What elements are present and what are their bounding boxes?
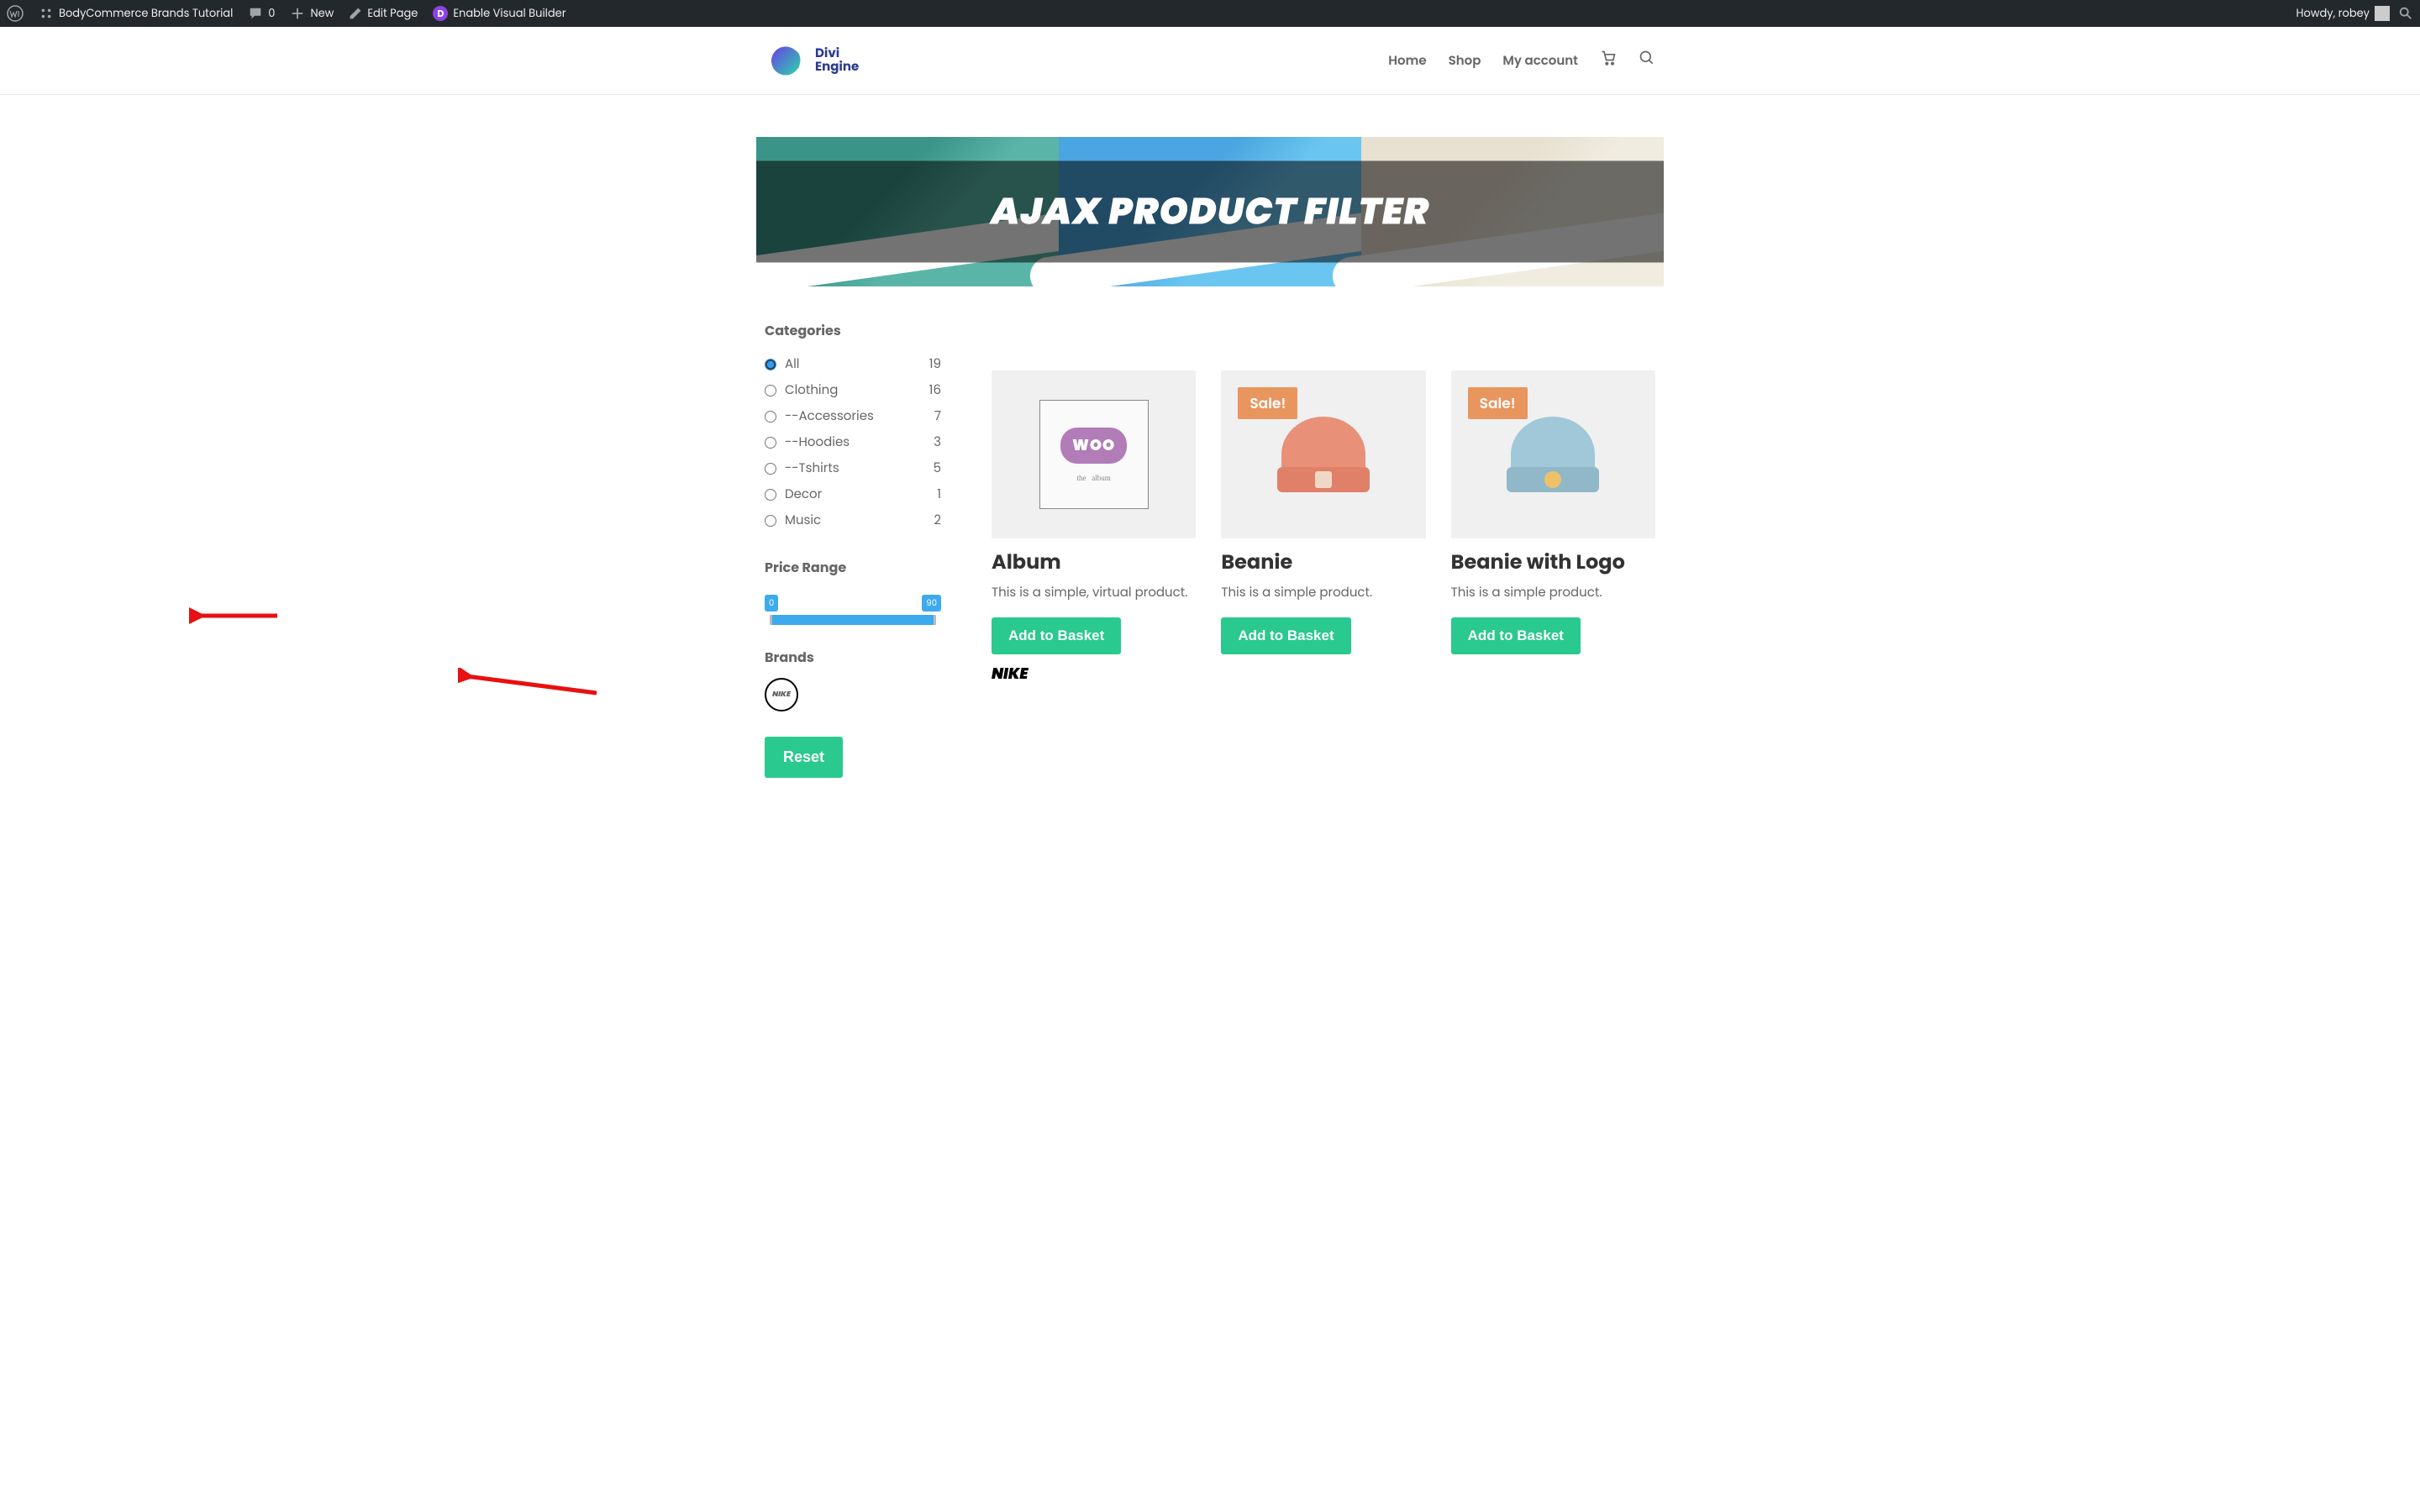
hero-title: AJAX PRODUCT FILTER: [756, 185, 1664, 239]
reset-button[interactable]: Reset: [765, 737, 843, 778]
product-card: WOOthe album Album This is a simple, vir…: [992, 370, 1196, 685]
product-title[interactable]: Beanie: [1221, 552, 1425, 574]
category-item[interactable]: --Accessories 7: [765, 403, 941, 429]
category-radio[interactable]: [765, 463, 776, 475]
category-item[interactable]: Clothing 16: [765, 377, 941, 403]
nav-account[interactable]: My account: [1502, 51, 1578, 71]
nav-shop[interactable]: Shop: [1449, 51, 1481, 71]
category-radio[interactable]: [765, 437, 776, 449]
category-item[interactable]: --Hoodies 3: [765, 429, 941, 455]
enable-visual-builder-link[interactable]: D Enable Visual Builder: [433, 5, 566, 22]
category-count: 3: [934, 433, 941, 452]
product-brand-tag[interactable]: NIKE: [992, 663, 1196, 685]
comments-link[interactable]: 0: [248, 5, 275, 22]
add-to-basket-button[interactable]: Add to Basket: [1451, 617, 1581, 654]
category-radio[interactable]: [765, 411, 776, 423]
category-label: --Accessories: [785, 407, 874, 426]
category-item[interactable]: Decor 1: [765, 481, 941, 507]
brands-heading: Brands: [765, 647, 941, 668]
category-radio[interactable]: [765, 385, 776, 396]
admin-search-icon[interactable]: [2398, 6, 2413, 21]
price-max-label: 90: [922, 595, 941, 612]
product-image[interactable]: Sale!: [1221, 370, 1425, 538]
cart-icon[interactable]: [1600, 50, 1617, 72]
category-label: --Tshirts: [785, 459, 839, 478]
wp-logo[interactable]: [7, 5, 24, 22]
product-description: This is a simple product.: [1451, 582, 1655, 604]
avatar-icon: [2375, 6, 2390, 21]
category-radio[interactable]: [765, 515, 776, 527]
divi-icon: D: [433, 6, 448, 21]
wp-admin-bar: BodyCommerce Brands Tutorial 0 New Edit …: [0, 0, 2420, 27]
category-radio[interactable]: [765, 359, 776, 370]
nav-home[interactable]: Home: [1388, 51, 1426, 71]
category-count: 1: [937, 485, 941, 504]
category-label: --Hoodies: [785, 433, 850, 452]
category-count: 19: [929, 354, 941, 374]
product-image[interactable]: WOOthe album: [992, 370, 1196, 538]
product-description: This is a simple product.: [1221, 582, 1425, 604]
category-label: All: [785, 354, 800, 374]
product-image[interactable]: Sale!: [1451, 370, 1655, 538]
add-to-basket-button[interactable]: Add to Basket: [1221, 617, 1350, 654]
filter-sidebar: Categories All 19 Clothing 16 --Accessories 7…: [765, 320, 941, 778]
search-icon[interactable]: [1639, 50, 1655, 72]
category-item[interactable]: Music 2: [765, 507, 941, 533]
product-description: This is a simple, virtual product.: [992, 582, 1196, 604]
price-slider[interactable]: 0 90: [765, 588, 941, 622]
category-count: 7: [934, 407, 941, 426]
main-nav: Home Shop My account: [1388, 50, 1655, 72]
logo-text: Divi Engine: [815, 47, 859, 75]
brand-filter-nike[interactable]: NIKE: [765, 678, 798, 711]
category-label: Music: [785, 511, 821, 530]
site-header: Divi Engine Home Shop My account: [0, 27, 2420, 95]
category-label: Clothing: [785, 381, 838, 400]
category-label: Decor: [785, 485, 822, 504]
category-count: 5: [934, 459, 941, 478]
product-title[interactable]: Album: [992, 552, 1196, 574]
new-content-link[interactable]: New: [290, 5, 334, 22]
category-item[interactable]: All 19: [765, 351, 941, 377]
product-card: Sale! Beanie with Logo This is a simple …: [1451, 370, 1655, 685]
sale-badge: Sale!: [1468, 387, 1528, 419]
category-radio[interactable]: [765, 489, 776, 501]
price-range-heading: Price Range: [765, 557, 941, 578]
user-greeting[interactable]: Howdy, robey: [2296, 5, 2390, 22]
annotation-arrow: [189, 603, 281, 628]
logo-icon: [765, 39, 807, 81]
category-count: 16: [929, 381, 941, 400]
sale-badge: Sale!: [1238, 387, 1297, 419]
category-count: 2: [934, 511, 941, 530]
product-card: Sale! Beanie This is a simple product. A…: [1221, 370, 1425, 685]
categories-heading: Categories: [765, 320, 941, 341]
site-logo[interactable]: Divi Engine: [765, 39, 859, 81]
product-title[interactable]: Beanie with Logo: [1451, 552, 1655, 574]
category-item[interactable]: --Tshirts 5: [765, 455, 941, 481]
add-to-basket-button[interactable]: Add to Basket: [992, 617, 1121, 654]
hero-banner: AJAX PRODUCT FILTER: [756, 137, 1664, 286]
site-name-link[interactable]: BodyCommerce Brands Tutorial: [39, 5, 233, 22]
price-min-label: 0: [765, 595, 778, 612]
annotation-arrow: [458, 668, 601, 701]
edit-page-link[interactable]: Edit Page: [349, 5, 418, 22]
products-area: WOOthe album Album This is a simple, vir…: [992, 320, 1655, 778]
